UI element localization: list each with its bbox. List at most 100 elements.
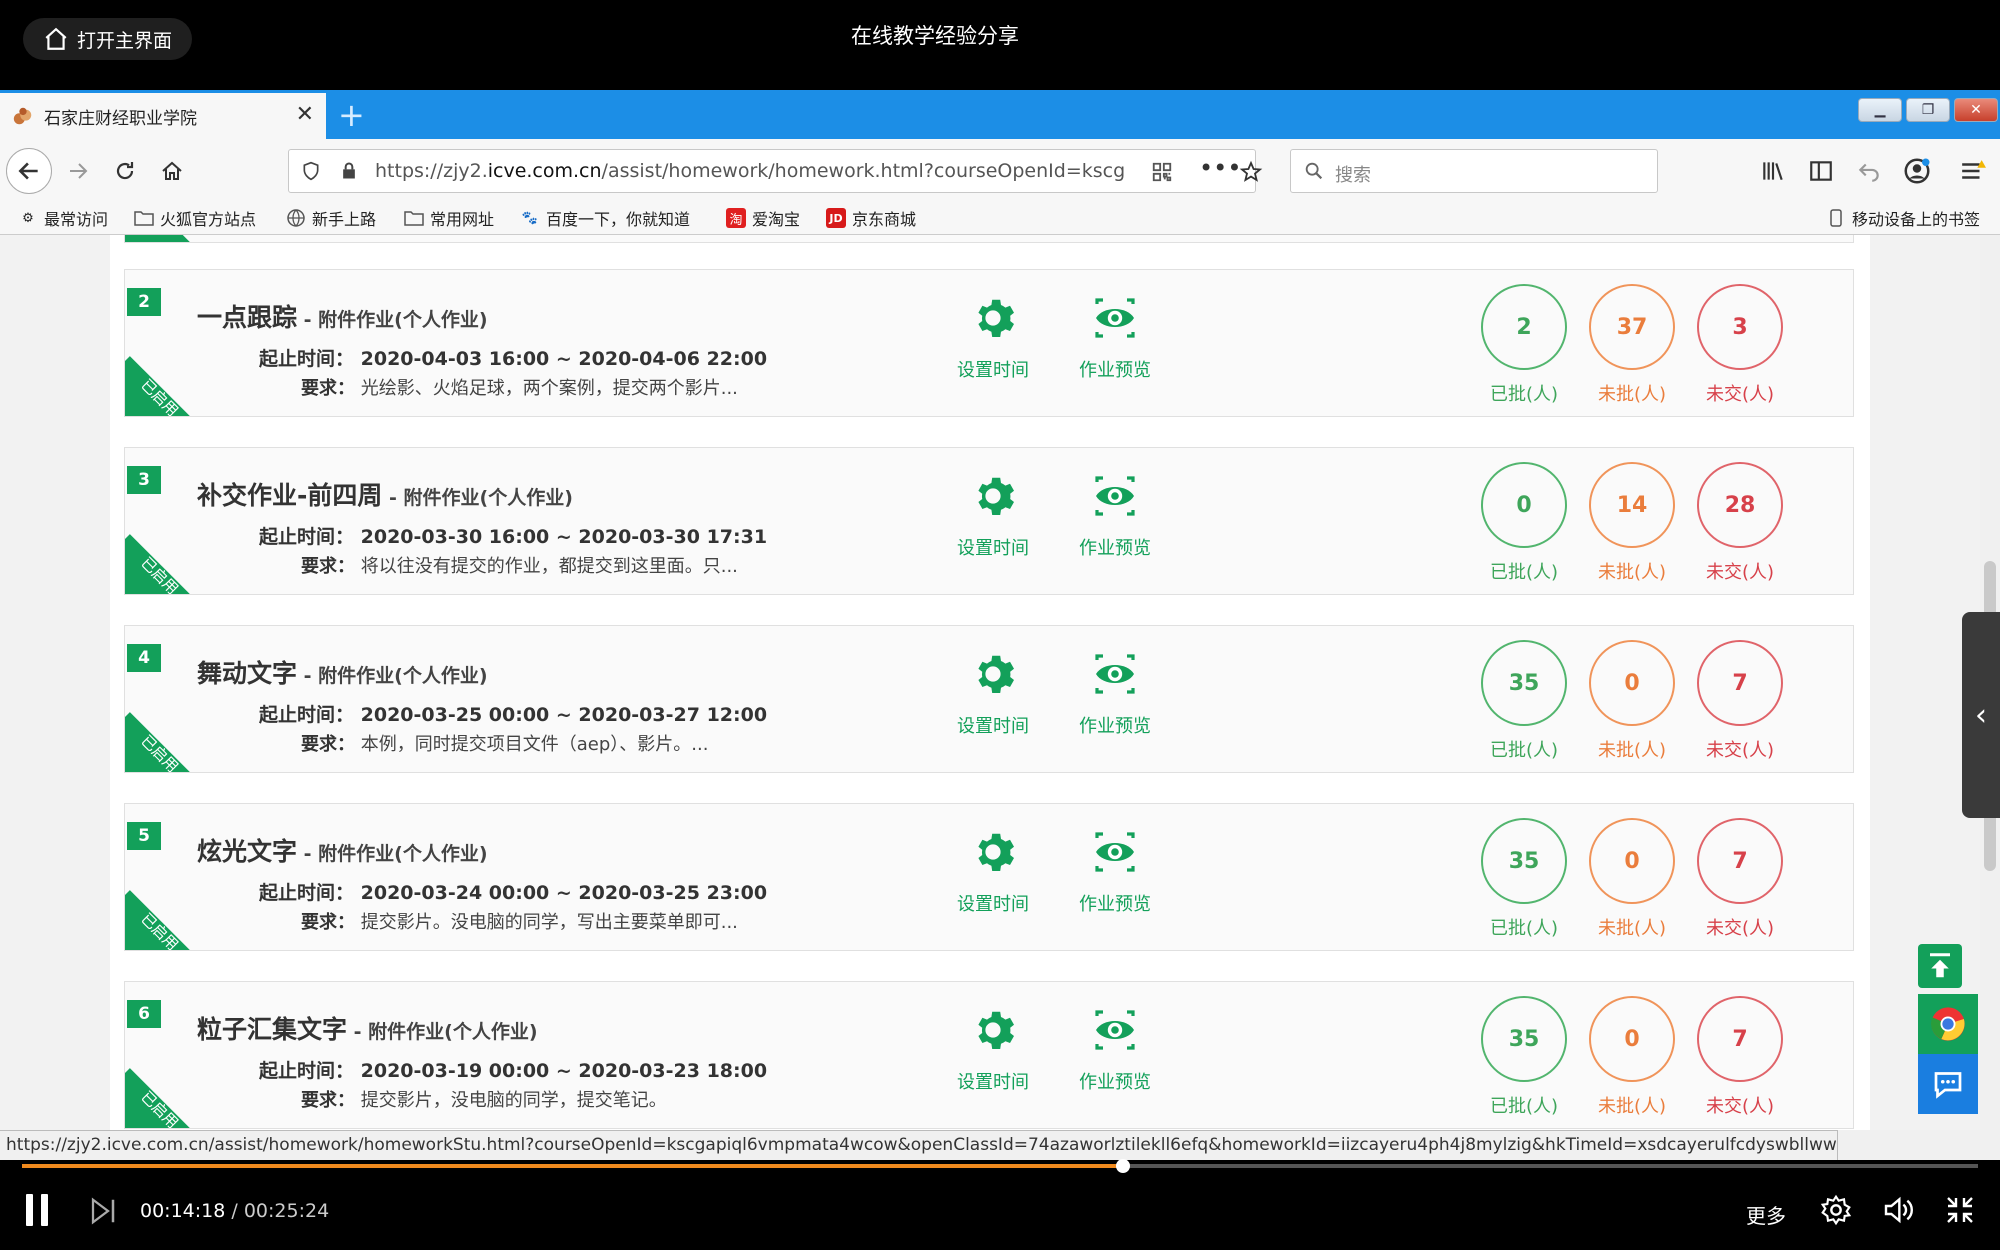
graded-count[interactable]: 35 已批(人)	[1479, 640, 1569, 762]
set-time-button[interactable]: 设置时间	[943, 294, 1043, 382]
tab-close-icon[interactable]: ✕	[296, 102, 314, 127]
sidebar-icon[interactable]	[1808, 158, 1834, 184]
restore-button[interactable]: ❐	[1906, 98, 1950, 122]
homework-number: 2	[127, 288, 161, 316]
settings-gear-icon[interactable]	[1820, 1194, 1852, 1226]
window-close-button[interactable]: ✕	[1954, 98, 1998, 122]
bookmark-mobile[interactable]: 移动设备上的书签	[1826, 206, 1980, 230]
qr-code-icon[interactable]	[1151, 161, 1173, 183]
unsubmitted-count[interactable]: 7 未交(人)	[1695, 818, 1785, 940]
back-to-top-button[interactable]	[1918, 944, 1962, 988]
set-time-button[interactable]: 设置时间	[943, 472, 1043, 560]
preview-button[interactable]: 作业预览	[1065, 1006, 1165, 1094]
side-panel-toggle[interactable]: ‹	[1962, 612, 2000, 818]
unsubmitted-count[interactable]: 28 未交(人)	[1695, 462, 1785, 584]
ungraded-count[interactable]: 0 未批(人)	[1587, 996, 1677, 1118]
preview-label: 作业预览	[1079, 1072, 1151, 1093]
graded-count[interactable]: 35 已批(人)	[1479, 818, 1569, 940]
arrow-right-icon	[70, 163, 88, 179]
bookmark-common-sites[interactable]: 常用网址	[404, 206, 494, 230]
homework-time: 起止时间： 2020-03-30 16:00 ~ 2020-03-30 17:3…	[259, 526, 768, 548]
set-time-label: 设置时间	[957, 716, 1029, 737]
preview-button[interactable]: 作业预览	[1065, 472, 1165, 560]
library-icon[interactable]	[1760, 158, 1786, 184]
progress-knob[interactable]	[1116, 1159, 1131, 1173]
graded-count[interactable]: 35 已批(人)	[1479, 996, 1569, 1118]
pause-button[interactable]	[26, 1194, 52, 1226]
preview-label: 作业预览	[1079, 894, 1151, 915]
video-title: 在线教学经验分享	[851, 24, 1019, 48]
unsubmitted-count[interactable]: 7 未交(人)	[1695, 996, 1785, 1118]
bookmark-star-icon[interactable]	[1239, 160, 1263, 184]
bookmark-jd[interactable]: JD 京东商城	[826, 206, 916, 230]
set-time-button[interactable]: 设置时间	[943, 650, 1043, 738]
homework-type: - 附件作业(个人作业)	[297, 309, 488, 331]
home-page-button[interactable]	[152, 151, 192, 191]
volume-icon[interactable]	[1882, 1194, 1914, 1226]
baidu-paw-icon: 🐾	[521, 210, 539, 226]
homework-title[interactable]: 舞动文字 - 附件作业(个人作业)	[197, 654, 488, 690]
account-icon[interactable]	[1902, 156, 1932, 186]
preview-button[interactable]: 作业预览	[1065, 650, 1165, 738]
bookmark-taobao[interactable]: 淘爱淘宝	[726, 206, 800, 230]
graded-count[interactable]: 2 已批(人)	[1479, 284, 1569, 406]
homework-title[interactable]: 炫光文字 - 附件作业(个人作业)	[197, 832, 488, 868]
hamburger-menu-icon[interactable]	[1958, 158, 1988, 184]
unsubmitted-count[interactable]: 3 未交(人)	[1695, 284, 1785, 406]
reload-button[interactable]	[105, 151, 145, 191]
page-actions-menu-icon[interactable]: •••	[1199, 154, 1241, 182]
back-button[interactable]	[6, 148, 52, 194]
browser-window: 石家庄财经职业学院 ✕ + ▁ ❐ ✕ https://zjy2.icve.co…	[0, 90, 2000, 1130]
search-input[interactable]: 搜索	[1290, 149, 1658, 193]
homework-type: - 附件作业(个人作业)	[347, 1021, 538, 1043]
set-time-button[interactable]: 设置时间	[943, 1006, 1043, 1094]
url-text[interactable]: https://zjy2.icve.com.cn/assist/homework…	[375, 160, 1145, 182]
search-placeholder: 搜索	[1335, 165, 1371, 186]
unsubmitted-value: 3	[1697, 284, 1783, 370]
ungraded-count[interactable]: 37 未批(人)	[1587, 284, 1677, 406]
homework-card: 5 已启用 炫光文字 - 附件作业(个人作业) 起止时间： 2020-03-24 00…	[124, 803, 1854, 951]
homework-number: 6	[127, 1000, 161, 1028]
unsubmitted-count[interactable]: 7 未交(人)	[1695, 640, 1785, 762]
eye-icon	[1095, 832, 1135, 872]
ungraded-count[interactable]: 0 未批(人)	[1587, 818, 1677, 940]
exit-fullscreen-icon[interactable]	[1944, 1194, 1976, 1226]
status-bar-url: https://zjy2.icve.com.cn/assist/homework…	[0, 1130, 1838, 1160]
ungraded-count[interactable]: 0 未批(人)	[1587, 640, 1677, 762]
chrome-button[interactable]	[1918, 994, 1978, 1054]
preview-button[interactable]: 作业预览	[1065, 828, 1165, 916]
bookmark-getting-started[interactable]: 新手上路	[286, 206, 376, 230]
ungraded-count[interactable]: 14 未批(人)	[1587, 462, 1677, 584]
more-button[interactable]: 更多	[1746, 1200, 1786, 1229]
tab-title: 石家庄财经职业学院	[44, 108, 197, 129]
chat-button[interactable]	[1918, 1054, 1978, 1114]
bookmark-most-visited[interactable]: ⚙ 最常访问	[18, 206, 108, 230]
bookmark-baidu[interactable]: 🐾 百度一下，你就知道	[520, 206, 690, 230]
browser-tab[interactable]: 石家庄财经职业学院 ✕	[0, 93, 326, 139]
forward-button[interactable]	[58, 151, 98, 191]
homework-title[interactable]: 一点跟踪 - 附件作业(个人作业)	[197, 298, 488, 334]
address-bar[interactable]: https://zjy2.icve.com.cn/assist/homework…	[288, 149, 1263, 193]
chat-bubble-icon	[1934, 1072, 1962, 1099]
next-icon[interactable]	[88, 1196, 118, 1226]
lock-icon[interactable]	[339, 160, 359, 182]
horizontal-scrollbar[interactable]	[1838, 1130, 2000, 1160]
minimize-button[interactable]: ▁	[1858, 98, 1902, 122]
graded-value: 35	[1481, 818, 1567, 904]
homework-card: 2 已启用 一点跟踪 - 附件作业(个人作业) 起止时间： 2020-04-03 16…	[124, 269, 1854, 417]
progress-bar[interactable]	[22, 1159, 1978, 1173]
bookmark-firefox-site[interactable]: 火狐官方站点	[134, 206, 256, 230]
navigation-toolbar: https://zjy2.icve.com.cn/assist/homework…	[0, 139, 2000, 201]
set-time-button[interactable]: 设置时间	[943, 828, 1043, 916]
homework-title[interactable]: 补交作业-前四周 - 附件作业(个人作业)	[197, 476, 573, 512]
current-time: 00:14:18	[140, 1200, 226, 1222]
shield-icon[interactable]	[301, 161, 321, 181]
homework-title[interactable]: 粒子汇集文字 - 附件作业(个人作业)	[197, 1010, 538, 1046]
undo-icon[interactable]	[1856, 158, 1882, 184]
homework-requirement: 要求： 将以往没有提交的作业，都提交到这里面。只...	[301, 556, 738, 577]
graded-count[interactable]: 0 已批(人)	[1479, 462, 1569, 584]
tab-bar: 石家庄财经职业学院 ✕ + ▁ ❐ ✕	[0, 90, 2000, 139]
preview-button[interactable]: 作业预览	[1065, 294, 1165, 382]
player-top-bar: 打开主界面 在线教学经验分享	[0, 0, 2000, 90]
new-tab-button[interactable]: +	[338, 96, 365, 134]
